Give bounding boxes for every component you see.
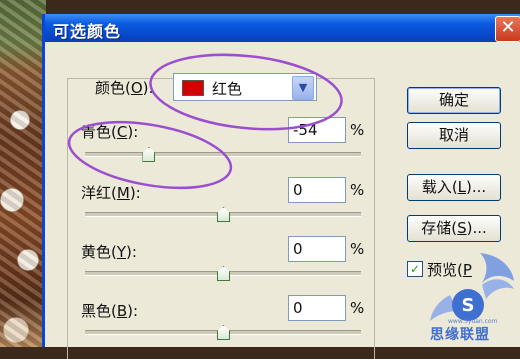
chevron-down-icon[interactable]: ▼	[292, 76, 314, 100]
watermark-name: 思缘联盟	[430, 327, 490, 343]
magenta-unit: %	[350, 181, 365, 199]
load-button[interactable]: 载入(L)...	[407, 174, 501, 201]
title-bar[interactable]: 可选颜色 ✕	[45, 14, 520, 42]
logo-letter: S	[462, 295, 475, 316]
close-icon: ✕	[500, 17, 516, 38]
color-swatch	[182, 80, 204, 96]
close-button[interactable]: ✕	[495, 16, 520, 42]
black-label: 黑色(B):	[81, 302, 139, 320]
black-value-input[interactable]: 0	[288, 295, 346, 321]
background-photo	[0, 0, 46, 347]
magenta-label: 洋红(M):	[81, 184, 141, 202]
black-unit: %	[350, 299, 365, 317]
colors-label: 颜色(O):	[95, 79, 154, 97]
cancel-button[interactable]: 取消	[407, 122, 501, 149]
magenta-value-input[interactable]: 0	[288, 177, 346, 203]
ok-button[interactable]: 确定	[407, 87, 501, 114]
cyan-slider-track[interactable]	[85, 152, 361, 157]
colors-dropdown-value: 红色	[212, 80, 243, 98]
yellow-unit: %	[350, 240, 365, 258]
cyan-value-input[interactable]: -54	[288, 117, 346, 143]
dialog-title: 可选颜色	[53, 22, 122, 41]
yellow-value-input[interactable]: 0	[288, 236, 346, 262]
cyan-unit: %	[350, 121, 365, 139]
yellow-label: 黄色(Y):	[81, 243, 137, 261]
cyan-label: 青色(C):	[81, 123, 139, 141]
check-icon: ✓	[409, 262, 421, 276]
save-button[interactable]: 存储(S)...	[407, 215, 501, 242]
colors-dropdown[interactable]: 红色 ▼	[173, 73, 317, 101]
